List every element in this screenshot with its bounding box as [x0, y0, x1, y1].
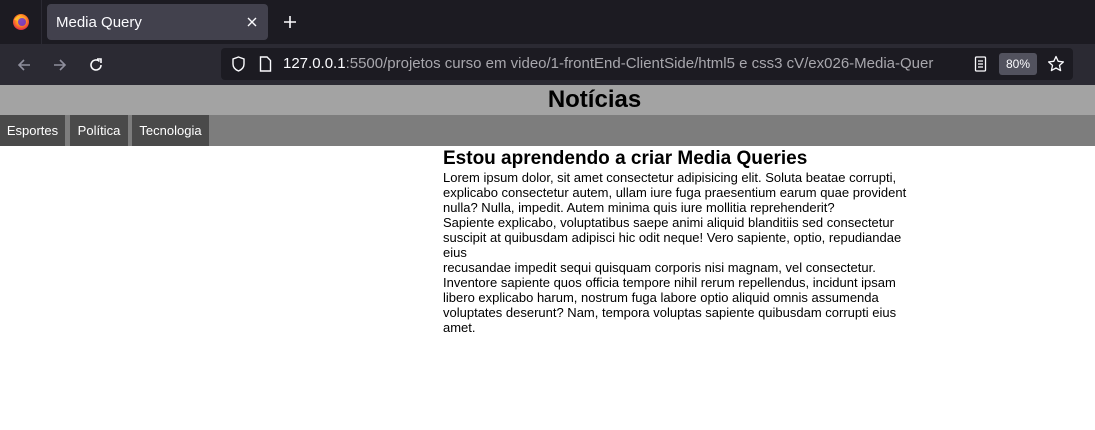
shield-icon[interactable]	[229, 55, 247, 73]
url-host: 127.0.0.1	[283, 55, 346, 72]
page-nav: Esportes Política Tecnologia	[0, 115, 1095, 146]
page-header: Notícias	[0, 85, 1095, 115]
article-line: Lorem ipsum dolor, sit amet consectetur …	[443, 170, 897, 185]
star-icon[interactable]	[1047, 55, 1065, 73]
plus-icon[interactable]	[278, 10, 302, 34]
firefox-logo-icon	[12, 14, 29, 30]
url-text[interactable]: 127.0.0.1:5500/projetos curso em video/1…	[283, 55, 963, 72]
close-icon[interactable]	[242, 12, 262, 32]
article-line: Sapiente explicabo, voluptatibus saepe a…	[443, 215, 894, 230]
article-heading: Estou aprendendo a criar Media Queries	[443, 148, 808, 169]
article-line: voluptates deserunt? Nam, tempora volupt…	[443, 305, 897, 320]
tab-title: Media Query	[56, 14, 142, 31]
web-page: Notícias Esportes Política Tecnologia Es…	[0, 85, 1095, 430]
browser-tab[interactable]: Media Query	[47, 4, 268, 40]
url-bar[interactable]: 127.0.0.1:5500/projetos curso em video/1…	[221, 48, 1073, 80]
page-title: Notícias	[547, 86, 642, 113]
tab-bar: Media Query	[0, 0, 1095, 44]
article-line: recusandae impedit sequi quisquam corpor…	[443, 260, 876, 275]
menu-item-politica[interactable]: Política	[70, 115, 128, 146]
url-path: :5500/projetos curso em video/1-frontEnd…	[345, 55, 934, 72]
arrow-right-icon[interactable]	[48, 53, 72, 77]
article: Estou aprendendo a criar Media Queries L…	[443, 148, 923, 335]
zoom-level-button[interactable]: 80%	[999, 53, 1037, 75]
article-line: nulla? Nulla, impedit. Autem minima quis…	[443, 200, 835, 215]
article-line: amet.	[443, 320, 476, 335]
reader-view-icon[interactable]	[971, 55, 989, 73]
menu-item-esportes[interactable]: Esportes	[0, 115, 65, 146]
menu-item-tecnologia[interactable]: Tecnologia	[132, 115, 209, 146]
article-line: suscipit at quibusdam adipisci hic odit …	[443, 230, 902, 260]
reload-icon[interactable]	[84, 53, 108, 77]
navigation-toolbar: 127.0.0.1:5500/projetos curso em video/1…	[0, 44, 1095, 85]
firefox-menu-button[interactable]	[0, 0, 42, 44]
page-icon[interactable]	[256, 55, 274, 73]
article-line: libero explicabo harum, nostrum fuga lab…	[443, 290, 879, 305]
article-line: explicabo consectetur autem, ullam iure …	[443, 185, 907, 200]
article-line: Inventore sapiente quos officia tempore …	[443, 275, 896, 290]
arrow-left-icon[interactable]	[12, 53, 36, 77]
article-text: Lorem ipsum dolor, sit amet consectetur …	[443, 170, 923, 335]
